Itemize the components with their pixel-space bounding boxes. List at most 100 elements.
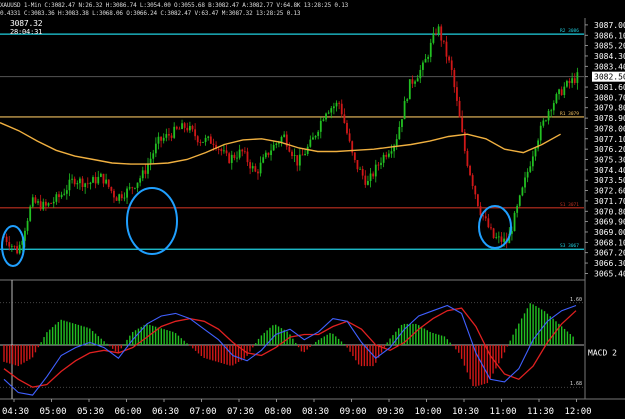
candle-body bbox=[558, 89, 560, 95]
candle-body bbox=[419, 69, 422, 79]
candle-body bbox=[157, 136, 160, 144]
candle-body bbox=[492, 228, 495, 238]
candle-body bbox=[539, 125, 542, 141]
candle-body bbox=[369, 173, 372, 182]
candle-body bbox=[542, 120, 545, 126]
candle-body bbox=[550, 110, 553, 112]
candle-body bbox=[291, 151, 293, 156]
candle-body bbox=[97, 176, 100, 184]
time-tick-label: 08:00 bbox=[265, 407, 292, 417]
candle-body bbox=[204, 137, 207, 142]
candle-body bbox=[160, 136, 162, 141]
price-tick-label: 3084.30 bbox=[594, 52, 625, 61]
candle-body bbox=[31, 197, 34, 207]
candle-body bbox=[442, 40, 445, 42]
candle-body bbox=[322, 119, 325, 121]
time-tick-label: 12:00 bbox=[565, 407, 592, 417]
crosshair-time: 28:04:31 bbox=[10, 28, 43, 36]
candle-body bbox=[102, 173, 105, 184]
candle-body bbox=[411, 79, 414, 84]
candle-body bbox=[563, 86, 566, 96]
candle-body bbox=[424, 58, 427, 63]
candle-body bbox=[474, 185, 477, 195]
candle-body bbox=[178, 128, 181, 130]
candle-body bbox=[374, 164, 377, 177]
candle-body bbox=[52, 201, 55, 204]
candle-body bbox=[440, 26, 443, 41]
candle-body bbox=[202, 141, 204, 143]
candle-body bbox=[298, 154, 301, 166]
candle-body bbox=[191, 125, 194, 130]
price-tick-label: 3065.40 bbox=[594, 269, 625, 278]
candle-body bbox=[71, 178, 73, 180]
candle-body bbox=[170, 135, 173, 138]
candle-body bbox=[367, 181, 369, 185]
candle-body bbox=[220, 149, 223, 152]
level-label-r1: R1 3079 bbox=[560, 111, 579, 117]
candle-body bbox=[340, 103, 343, 115]
candle-body bbox=[147, 164, 149, 174]
candle-body bbox=[552, 103, 555, 111]
candle-body bbox=[173, 126, 176, 138]
candle-body bbox=[560, 89, 563, 96]
candle-body bbox=[68, 179, 71, 191]
candle-body bbox=[450, 60, 453, 70]
candle-body bbox=[377, 164, 380, 166]
candle-body bbox=[126, 188, 128, 198]
candle-body bbox=[301, 154, 304, 156]
time-tick-label: 10:00 bbox=[415, 407, 442, 417]
header-line-2: 0.4331 C:3083.36 H:3083.38 L:3068.06 O:3… bbox=[0, 10, 301, 17]
candle-body bbox=[437, 26, 440, 34]
candle-body bbox=[152, 153, 155, 159]
price-tick-label: 3075.30 bbox=[594, 156, 625, 165]
candle-body bbox=[576, 72, 579, 83]
candle-body bbox=[487, 218, 490, 228]
macd-label: MACD 2 bbox=[588, 349, 617, 358]
candle-body bbox=[385, 154, 388, 157]
candle-body bbox=[293, 155, 296, 156]
candle-body bbox=[47, 203, 50, 206]
candle-body bbox=[16, 246, 18, 254]
candle-body bbox=[39, 201, 42, 210]
candle-body bbox=[319, 120, 322, 132]
candle-body bbox=[212, 143, 215, 145]
candle-body bbox=[144, 170, 147, 174]
candle-body bbox=[461, 117, 464, 132]
header-line-1: XAUUSD 1-Min C:3082.47 N:26.32 H:3086.74… bbox=[0, 2, 349, 9]
candle-body bbox=[448, 56, 450, 61]
candle-body bbox=[228, 153, 231, 163]
candle-body bbox=[479, 206, 482, 216]
macd-lower-label: 1.68 bbox=[570, 381, 582, 387]
time-tick-label: 11:00 bbox=[490, 407, 517, 417]
candle-body bbox=[60, 194, 63, 198]
candle-body bbox=[408, 79, 411, 100]
candle-body bbox=[296, 155, 299, 166]
time-tick-label: 06:30 bbox=[152, 407, 179, 417]
candle-body bbox=[325, 113, 327, 120]
candle-body bbox=[364, 175, 367, 185]
time-tick-label: 07:00 bbox=[190, 407, 217, 417]
candle-body bbox=[466, 151, 469, 166]
candle-body bbox=[81, 178, 84, 188]
candle-body bbox=[165, 134, 168, 138]
candle-body bbox=[76, 183, 79, 185]
candle-body bbox=[37, 201, 39, 203]
candle-body bbox=[338, 102, 341, 104]
candle-body bbox=[259, 162, 262, 174]
candle-body bbox=[233, 154, 236, 158]
candle-body bbox=[531, 156, 534, 167]
candle-body bbox=[545, 120, 547, 122]
candle-body bbox=[490, 227, 492, 229]
candle-body bbox=[84, 183, 87, 188]
candle-body bbox=[414, 81, 416, 84]
candle-body bbox=[110, 186, 113, 191]
candle-body bbox=[149, 158, 152, 165]
time-tick-label: 04:30 bbox=[2, 407, 29, 417]
candle-body bbox=[194, 129, 197, 137]
candle-body bbox=[99, 173, 102, 177]
level-label-s1: S1 3071 bbox=[560, 202, 579, 208]
candle-body bbox=[175, 126, 178, 129]
level-label-r2: R2 3086 bbox=[560, 28, 579, 34]
candle-body bbox=[422, 62, 424, 70]
candle-body bbox=[521, 187, 524, 196]
